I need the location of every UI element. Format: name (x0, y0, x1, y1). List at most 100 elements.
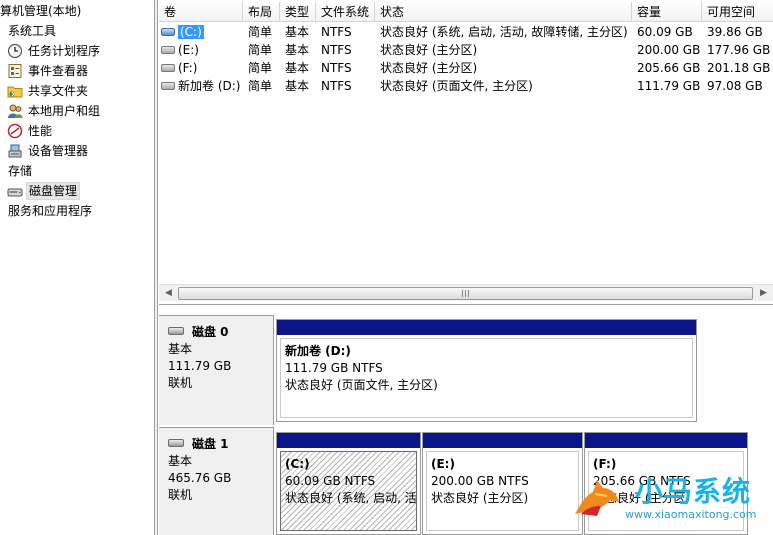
disk-size: 465.76 GB (168, 471, 232, 485)
cell-filesystem: NTFS (321, 43, 352, 57)
partition-d[interactable]: 新加卷 (D:) 111.79 GB NTFS 状态良好 (页面文件, 主分区) (276, 319, 697, 422)
disk-name: 磁盘 0 (192, 325, 229, 339)
tree-root-label: 算机管理(本地) (0, 4, 82, 18)
partition-f[interactable]: (F:) 205.66 GB NTFS 状态良好 (主分区) (584, 432, 748, 535)
partition-body: (C:) 60.09 GB NTFS 状态良好 (系统, 启动, 活 (280, 451, 417, 531)
partition-name: 新加卷 (D:) (285, 344, 351, 358)
cell-status: 状态良好 (页面文件, 主分区) (380, 79, 533, 93)
tree-item-label: 设备管理器 (28, 144, 89, 158)
partition-size: 60.09 GB NTFS (285, 474, 376, 488)
cell-filesystem: NTFS (321, 79, 352, 93)
disk-state: 联机 (168, 488, 193, 502)
tree-item-performance[interactable]: 性能 (7, 121, 54, 141)
column-header-volume[interactable]: 卷 (159, 2, 243, 22)
disk-graphical-view: 磁盘 0 基本 111.79 GB 联机 新加卷 (D:) 111.79 GB … (159, 309, 773, 535)
partition-name: (C:) (285, 457, 310, 471)
partition-body: 新加卷 (D:) 111.79 GB NTFS 状态良好 (页面文件, 主分区) (280, 338, 693, 418)
column-header-type[interactable]: 类型 (280, 2, 316, 22)
partition-bar (423, 433, 582, 448)
column-header-layout[interactable]: 布局 (243, 2, 280, 22)
partition-size: 200.00 GB NTFS (431, 474, 529, 488)
tree-item-computer-management[interactable]: 算机管理(本地) (0, 1, 83, 21)
drive-icon (161, 81, 175, 90)
partition-size: 205.66 GB NTFS (593, 474, 691, 488)
tree-item-device-manager[interactable]: 设备管理器 (7, 141, 90, 161)
disk-1-info[interactable]: 磁盘 1 基本 465.76 GB 联机 (159, 427, 274, 535)
disk-state: 联机 (168, 376, 193, 390)
device-manager-icon (7, 143, 23, 159)
grip-icon (461, 290, 470, 297)
disk-size: 111.79 GB (168, 359, 232, 373)
partition-name: (E:) (431, 457, 455, 471)
partition-status: 状态良好 (主分区) (431, 491, 529, 505)
cell-type: 基本 (285, 61, 310, 75)
volume-name: (F:) (178, 61, 198, 75)
shared-folders-icon (7, 83, 23, 99)
column-header-status[interactable]: 状态 (375, 2, 632, 22)
partition-e[interactable]: (E:) 200.00 GB NTFS 状态良好 (主分区) (422, 432, 583, 535)
disk-type: 基本 (168, 454, 193, 468)
cell-status: 状态良好 (主分区) (380, 61, 478, 75)
cell-layout: 简单 (248, 79, 273, 93)
partition-name: (F:) (593, 457, 617, 471)
table-row[interactable]: (F:) 简单 基本 NTFS 状态良好 (主分区) 205.66 GB 201… (159, 59, 773, 77)
cell-type: 基本 (285, 79, 310, 93)
cell-status: 状态良好 (主分区) (380, 43, 478, 57)
column-header-free-space[interactable]: 可用空间 (702, 2, 773, 22)
volume-name: 新加卷 (D:) (178, 79, 241, 93)
volume-list: 卷 布局 类型 文件系统 状态 容量 可用空间 (C:) 简单 基本 NTFS … (159, 0, 773, 305)
tree-item-shared-folders[interactable]: 共享文件夹 (7, 81, 90, 101)
table-row[interactable]: 新加卷 (D:) 简单 基本 NTFS 状态良好 (页面文件, 主分区) 111… (159, 77, 773, 95)
pane-splitter[interactable] (155, 0, 158, 535)
volume-name: (C:) (178, 25, 204, 39)
partition-c[interactable]: (C:) 60.09 GB NTFS 状态良好 (系统, 启动, 活 (276, 432, 421, 535)
tree-item-event-viewer[interactable]: 事件查看器 (7, 61, 90, 81)
volume-list-header: 卷 布局 类型 文件系统 状态 容量 可用空间 (159, 2, 773, 22)
tree-item-task-scheduler[interactable]: 任务计划程序 (7, 41, 102, 61)
table-row[interactable]: (E:) 简单 基本 NTFS 状态良好 (主分区) 200.00 GB 177… (159, 41, 773, 59)
column-header-filesystem[interactable]: 文件系统 (316, 2, 375, 22)
console-tree: 算机管理(本地) 系统工具 任务计划程序 事件查看器 共享文件夹 本地用户和组 … (0, 0, 155, 535)
cell-capacity: 200.00 GB (637, 43, 701, 57)
cell-free-space: 201.18 GB (707, 61, 771, 75)
disk-name: 磁盘 1 (192, 437, 229, 451)
cell-volume: (C:) (159, 23, 243, 41)
tree-item-label: 服务和应用程序 (8, 204, 93, 218)
partition-body: (F:) 205.66 GB NTFS 状态良好 (主分区) (588, 451, 744, 531)
tree-item-local-users[interactable]: 本地用户和组 (7, 101, 102, 121)
tree-item-label: 存储 (8, 164, 33, 178)
tree-item-disk-management[interactable]: 磁盘管理 (7, 181, 81, 201)
horizontal-scrollbar[interactable]: ◀ ▶ (159, 284, 773, 301)
table-row[interactable]: (C:) 简单 基本 NTFS 状态良好 (系统, 启动, 活动, 故障转储, … (159, 23, 773, 41)
scroll-left-arrow-icon[interactable]: ◀ (160, 285, 177, 302)
cell-layout: 简单 (248, 61, 273, 75)
column-header-capacity[interactable]: 容量 (632, 2, 702, 22)
partition-bar (277, 433, 420, 448)
task-scheduler-icon (7, 43, 23, 59)
cell-volume: (F:) (159, 59, 243, 77)
partition-bar (585, 433, 747, 448)
tree-item-label: 本地用户和组 (28, 104, 101, 118)
tree-item-label: 任务计划程序 (28, 44, 101, 58)
cell-volume: 新加卷 (D:) (159, 77, 243, 95)
partition-status: 状态良好 (系统, 启动, 活 (285, 491, 417, 505)
disk-0-info[interactable]: 磁盘 0 基本 111.79 GB 联机 (159, 315, 274, 425)
partition-body: (E:) 200.00 GB NTFS 状态良好 (主分区) (426, 451, 579, 531)
volume-name: (E:) (178, 43, 199, 57)
cell-type: 基本 (285, 25, 310, 39)
tree-item-system-tools[interactable]: 系统工具 (0, 21, 58, 41)
scrollbar-thumb[interactable] (178, 287, 753, 300)
performance-icon (7, 123, 23, 139)
tree-item-label: 磁盘管理 (26, 182, 81, 200)
tree-item-services-apps[interactable]: 服务和应用程序 (0, 201, 94, 221)
tree-item-label: 事件查看器 (28, 64, 89, 78)
system-drive-icon (161, 27, 175, 36)
cell-layout: 简单 (248, 25, 273, 39)
cell-capacity: 111.79 GB (637, 79, 701, 93)
cell-filesystem: NTFS (321, 25, 352, 39)
cell-filesystem: NTFS (321, 61, 352, 75)
cell-free-space: 39.86 GB (707, 25, 763, 39)
cell-volume: (E:) (159, 41, 243, 59)
scroll-right-arrow-icon[interactable]: ▶ (755, 285, 772, 302)
tree-item-storage[interactable]: 存储 (0, 161, 34, 181)
